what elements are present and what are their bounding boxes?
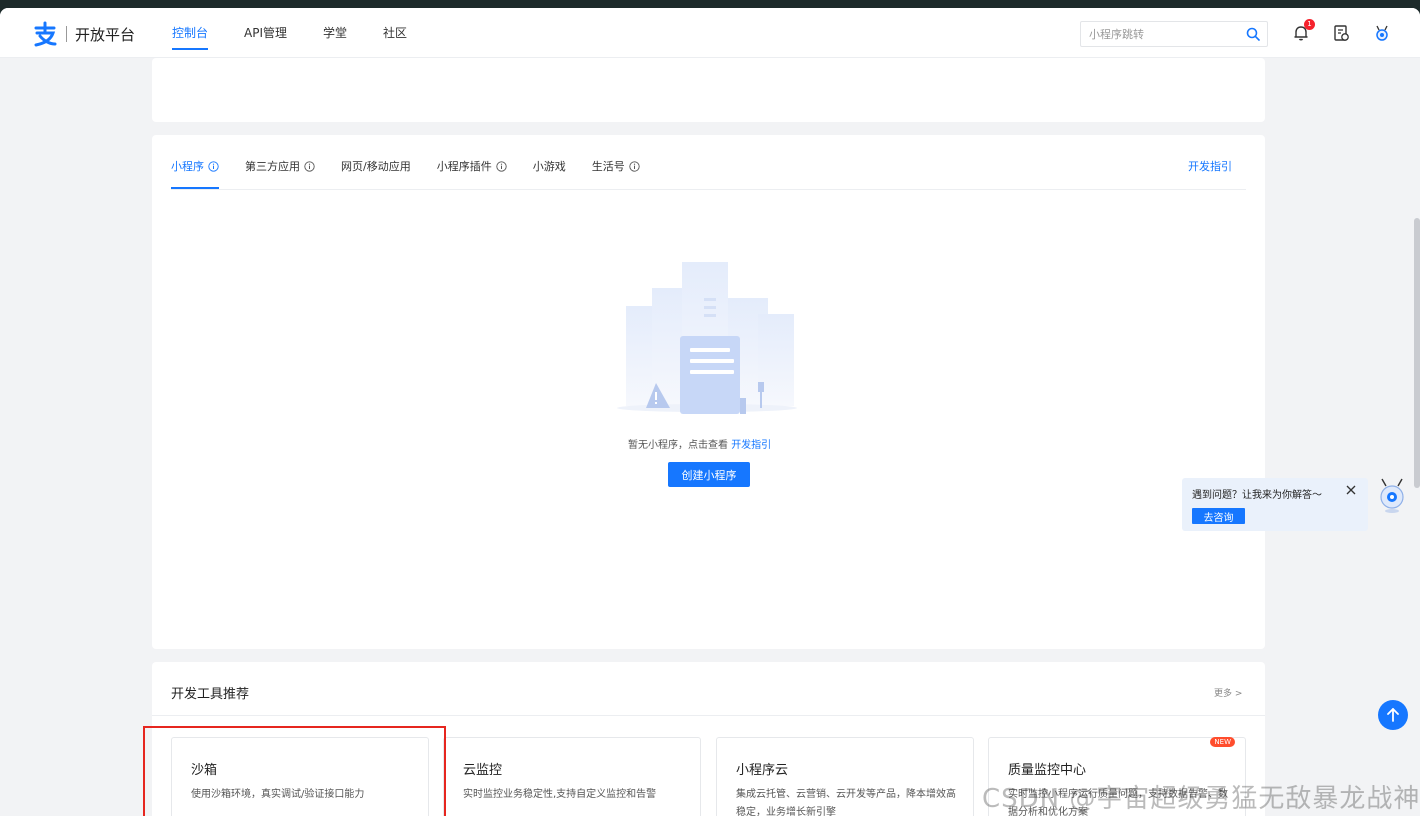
tab-label: 小程序插件	[436, 160, 492, 173]
brand-name: 开放平台	[75, 25, 136, 44]
consult-button[interactable]: 去咨询	[1192, 508, 1245, 524]
nav-community[interactable]: 社区	[383, 8, 407, 58]
tab-label: 小游戏	[532, 160, 566, 173]
tab-mini-game[interactable]: 小游戏	[533, 154, 566, 178]
section-divider	[152, 715, 1265, 716]
annotation-highlight-box	[143, 726, 446, 816]
tool-card-mini-program-cloud[interactable]: 小程序云 集成云托管、云营销、云开发等产品，降本增效高稳定，业务增长新引擎	[716, 737, 974, 816]
tab-mini-program-plugin[interactable]: 小程序插件	[437, 154, 507, 178]
tool-title: 质量监控中心	[1008, 763, 1087, 778]
close-icon[interactable]	[1345, 484, 1357, 496]
info-icon[interactable]	[208, 160, 219, 172]
arrow-up-icon	[1387, 708, 1399, 722]
tab-label: 网页/移动应用	[341, 160, 411, 173]
notification-badge: 1	[1304, 19, 1315, 30]
tool-title: 小程序云	[736, 763, 789, 778]
tab-web-mobile-app[interactable]: 网页/移动应用	[341, 154, 411, 178]
search-box	[1080, 21, 1268, 47]
back-to-top-button[interactable]	[1378, 700, 1408, 730]
search-icon[interactable]	[1246, 27, 1260, 41]
main-nav: 控制台 API管理 学堂 社区	[172, 8, 443, 58]
app-type-tabs: 小程序 第三方应用 网页/移动应用 小程序插件 小游戏 生活号	[171, 154, 666, 189]
empty-state-illustration	[617, 262, 797, 414]
help-message: 遇到问题？让我来为你解答～	[1192, 490, 1322, 501]
empty-state-guide-link[interactable]: 开发指引	[731, 440, 771, 451]
empty-state-text: 暂无小程序，点击查看 开发指引	[628, 436, 771, 451]
tool-card-quality-monitor[interactable]: NEW 质量监控中心 实时监控小程序运行质量问题，支持数据告警、数据分析和优化方…	[988, 737, 1246, 816]
robot-assistant-icon[interactable]	[1373, 24, 1391, 42]
tab-life-account[interactable]: 生活号	[592, 154, 640, 178]
tool-description: 实时监控小程序运行质量问题，支持数据告警、数据分析和优化方案	[1008, 789, 1228, 816]
nav-academy[interactable]: 学堂	[323, 8, 347, 58]
overview-card	[152, 58, 1265, 122]
info-icon[interactable]	[496, 160, 507, 172]
new-badge: NEW	[1210, 737, 1235, 747]
search-input[interactable]	[1089, 22, 1239, 46]
nav-console[interactable]: 控制台	[172, 8, 209, 58]
document-check-icon[interactable]	[1332, 24, 1350, 42]
info-icon[interactable]	[629, 160, 640, 172]
nav-api-management[interactable]: API管理	[244, 8, 287, 58]
tool-title: 云监控	[463, 763, 503, 778]
top-navigation-bar: 开放平台 控制台 API管理 学堂 社区 1	[0, 8, 1420, 58]
info-icon[interactable]	[304, 160, 315, 172]
browser-window: 开放平台 控制台 API管理 学堂 社区 1	[0, 8, 1420, 816]
tab-mini-program[interactable]: 小程序	[171, 154, 219, 189]
empty-state-message: 暂无小程序，点击查看	[628, 440, 728, 451]
tool-description: 集成云托管、云营销、云开发等产品，降本增效高稳定，业务增长新引擎	[736, 789, 956, 816]
page-scrollbar[interactable]	[1414, 218, 1420, 488]
logo-divider	[66, 26, 67, 42]
section-title: 开发工具推荐	[171, 687, 250, 702]
alipay-logo-icon	[34, 21, 57, 47]
robot-mascot-icon[interactable]	[1376, 478, 1408, 514]
tool-card-cloud-monitor[interactable]: 云监控 实时监控业务稳定性,支持自定义监控和告警	[443, 737, 701, 816]
more-link[interactable]: 更多 >	[1214, 686, 1242, 699]
help-popup: 遇到问题？让我来为你解答～ 去咨询	[1182, 478, 1368, 531]
tool-description: 实时监控业务稳定性,支持自定义监控和告警	[463, 789, 657, 800]
brand-logo[interactable]: 开放平台	[32, 21, 135, 47]
dev-guide-link[interactable]: 开发指引	[1188, 158, 1232, 174]
tab-label: 第三方应用	[245, 160, 300, 173]
tab-third-party-app[interactable]: 第三方应用	[245, 154, 315, 178]
tab-label: 小程序	[171, 160, 204, 173]
tab-label: 生活号	[591, 160, 625, 173]
create-mini-program-button[interactable]: 创建小程序	[668, 462, 750, 487]
tabs-divider	[171, 189, 1246, 190]
